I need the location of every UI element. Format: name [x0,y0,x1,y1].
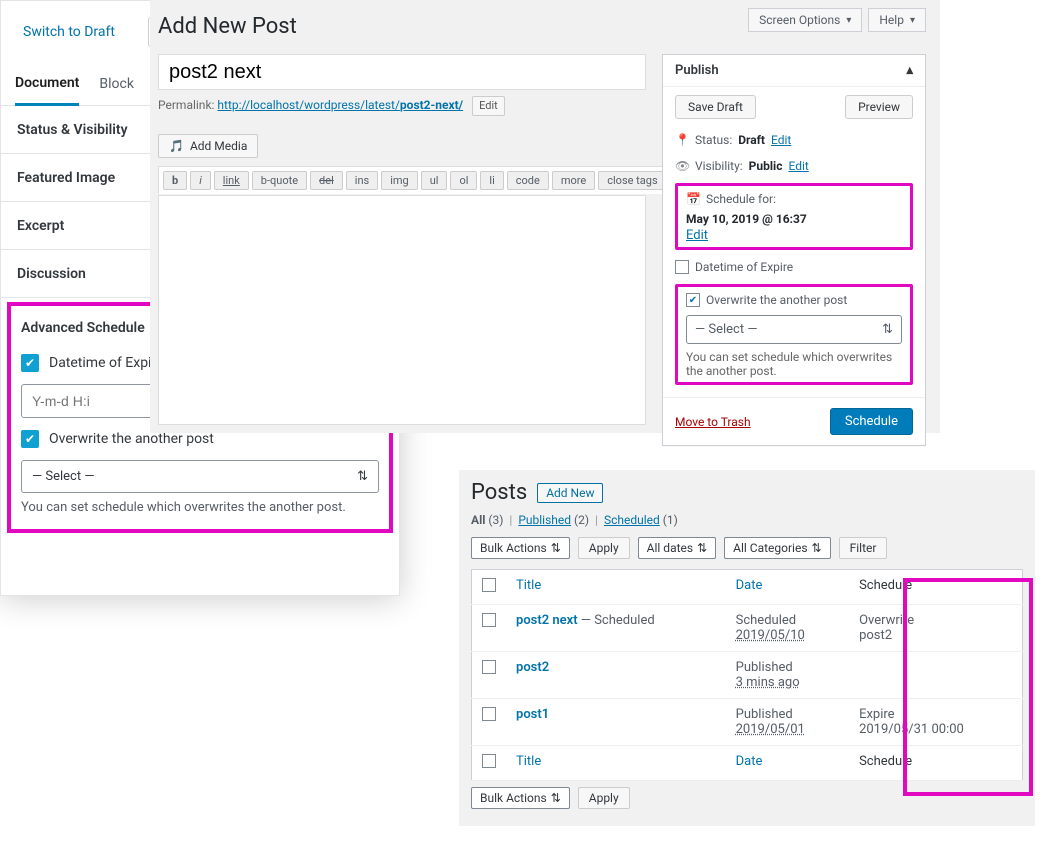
table-row: post2 Published3 mins ago [472,652,1023,699]
visibility-value: Public [749,159,783,173]
view-all[interactable]: All [471,513,485,527]
switch-to-draft-link[interactable]: Switch to Draft [15,24,115,40]
col-title-foot[interactable]: Title [506,746,726,781]
post-title-link[interactable]: post2 [516,660,549,675]
qt-ol[interactable]: ol [450,171,477,190]
table-row: post2 next — Scheduled Scheduled2019/05/… [472,605,1023,652]
views-row: All (3) | Published (2) | Scheduled (1) [459,509,1035,531]
row-checkbox[interactable] [482,613,496,627]
select-caret-icon: ⇅ [882,322,893,337]
post-title-link[interactable]: post2 next [516,613,578,628]
g-expire-label: Datetime of Expire [49,355,164,371]
permalink-row: Permalink: http://localhost/wordpress/la… [158,96,505,116]
qt-i[interactable]: i [190,171,211,190]
bulk-actions-select[interactable]: Bulk Actions ⇅ [471,537,570,559]
qt-closetags[interactable]: close tags [598,171,666,190]
col-date-foot[interactable]: Date [726,746,849,781]
pin-icon: 📍 [675,133,689,147]
bulk-actions-select-bottom[interactable]: Bulk Actions ⇅ [471,787,570,809]
qt-ins[interactable]: ins [346,171,378,190]
overwrite-help: You can set schedule which overwrites th… [686,350,902,378]
expire-checkbox[interactable] [675,260,689,274]
editor-textarea[interactable] [158,195,646,425]
page-title: Add New Post [158,14,297,39]
qt-img[interactable]: img [381,171,418,190]
g-overwrite-select[interactable]: — Select — ⇅ [21,460,379,493]
expire-label: Datetime of Expire [695,260,793,274]
posts-table: Title Date Schedule post2 next — Schedul… [471,569,1023,781]
row-checkbox[interactable] [482,707,496,721]
qt-ul[interactable]: ul [421,171,448,190]
calendar-icon: 📅 [686,192,700,206]
status-label: Status: [695,133,732,147]
row-checkbox[interactable] [482,660,496,674]
qt-b[interactable]: b [163,171,187,190]
add-media-button[interactable]: 🎵 Add Media [158,134,258,158]
add-new-button[interactable]: Add New [537,483,603,503]
eye-icon: 👁 [675,159,689,173]
schedule-edit-link[interactable]: Edit [686,228,708,243]
select-all-checkbox-foot[interactable] [482,754,496,768]
screen-options-tab[interactable]: Screen Options [748,8,862,32]
qt-link[interactable]: link [214,171,249,190]
select-caret-icon: ⇅ [357,469,368,484]
permalink-link[interactable]: http://localhost/wordpress/latest/post2-… [217,98,463,112]
advanced-schedule-title[interactable]: Advanced Schedule [21,320,145,336]
status-value: Draft [738,133,765,147]
posts-list-screen: Posts Add New All (3) | Published (2) | … [459,470,1035,826]
col-schedule-foot: Schedule [849,746,1022,781]
permalink-label: Permalink: [158,98,214,112]
qt-del[interactable]: del [310,171,343,190]
view-published[interactable]: Published [518,513,571,527]
save-draft-button[interactable]: Save Draft [675,95,756,119]
quicktags-toolbar: b i link b-quote del ins img ul ol li co… [158,166,672,194]
posts-heading: Posts [471,480,527,505]
col-schedule: Schedule [849,570,1022,605]
qt-code[interactable]: code [507,171,549,190]
tab-block[interactable]: Block [99,66,134,104]
post-title-link[interactable]: post1 [516,707,549,722]
tab-document[interactable]: Document [15,65,79,106]
apply-button-bottom[interactable]: Apply [578,787,630,809]
filter-button[interactable]: Filter [839,537,888,559]
table-row: post1 Published2019/05/01 Expire2019/05/… [472,699,1023,746]
view-scheduled[interactable]: Scheduled [604,513,660,527]
g-overwrite-checkbox[interactable] [21,430,39,448]
schedule-label: Schedule for: [706,192,776,206]
category-filter-select[interactable]: All Categories ⇅ [724,537,830,559]
publish-title: Publish [675,63,719,78]
col-title[interactable]: Title [506,570,726,605]
status-edit-link[interactable]: Edit [771,133,791,147]
post-title-input[interactable] [158,54,646,90]
media-icon: 🎵 [169,139,184,153]
visibility-label: Visibility: [695,159,743,173]
qt-bquote[interactable]: b-quote [252,171,307,190]
dates-filter-select[interactable]: All dates ⇅ [638,537,716,559]
trash-link[interactable]: Move to Trash [675,415,751,429]
classic-editor: Screen Options Help Add New Post Permali… [150,0,940,433]
preview-button[interactable]: Preview [845,95,913,119]
g-expire-checkbox[interactable] [21,354,39,372]
schedule-value: May 10, 2019 @ 16:37 [686,212,807,226]
publish-metabox: Publish Save Draft Preview 📍 Status: Dra… [662,54,926,446]
permalink-edit-button[interactable]: Edit [472,96,505,116]
qt-li[interactable]: li [480,171,503,190]
help-tab[interactable]: Help [868,8,926,32]
overwrite-select[interactable]: — Select — ⇅ [686,315,902,344]
g-overwrite-label: Overwrite the another post [49,431,214,447]
publish-toggle[interactable] [906,63,913,78]
col-date[interactable]: Date [726,570,849,605]
schedule-button[interactable]: Schedule [830,408,913,435]
apply-button[interactable]: Apply [578,537,630,559]
visibility-edit-link[interactable]: Edit [788,159,808,173]
qt-more[interactable]: more [552,171,595,190]
overwrite-checkbox[interactable] [686,293,700,307]
overwrite-label: Overwrite the another post [706,293,847,307]
g-overwrite-help: You can set schedule which overwrites th… [21,499,379,517]
select-all-checkbox[interactable] [482,578,496,592]
